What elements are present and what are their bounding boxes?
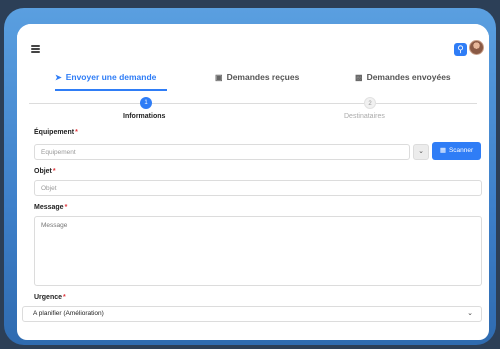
tab-label: Demandes envoyées	[366, 72, 451, 82]
stepper: 1 2 Informations Destinataires	[17, 96, 489, 124]
app-screen: ⚲ ➤ Envoyer une demande ▣ Demandes reçues …	[17, 24, 489, 340]
equipement-dropdown-toggle[interactable]: ⌄	[413, 144, 429, 160]
step-2-label: Destinataires	[344, 113, 385, 120]
tab-label: Demandes reçues	[226, 72, 300, 82]
urgence-label: Urgence*	[34, 294, 66, 301]
tab-envoyer-une-demande[interactable]: ➤ Envoyer une demande	[55, 72, 156, 82]
equipement-label: Équipement*	[34, 129, 78, 136]
step-2-indicator[interactable]: 2	[364, 97, 376, 109]
objet-label: Objet*	[34, 168, 56, 175]
search-icon[interactable]: ⚲	[454, 43, 467, 56]
step-line	[376, 103, 477, 104]
tab-label: Envoyer une demande	[65, 72, 157, 82]
urgence-select[interactable]: A planifier (Amélioration) ⌄	[22, 306, 482, 322]
tab-bar: ➤ Envoyer une demande ▣ Demandes reçues ▩ D…	[17, 69, 489, 95]
send-icon: ➤	[55, 73, 62, 82]
chevron-down-icon: ⌄	[467, 310, 473, 317]
chevron-down-icon: ⌄	[418, 148, 424, 155]
barcode-icon: ▦	[439, 147, 446, 154]
avatar[interactable]	[469, 40, 484, 55]
equipement-input[interactable]	[34, 144, 410, 160]
top-bar: ⚲	[17, 24, 489, 69]
tab-demandes-recues[interactable]: ▣ Demandes reçues	[215, 72, 299, 82]
outbox-icon: ▩	[355, 73, 363, 82]
hamburger-icon[interactable]	[29, 43, 42, 55]
message-label: Message*	[34, 204, 68, 211]
step-line	[29, 103, 140, 104]
tab-demandes-envoyees[interactable]: ▩ Demandes envoyées	[355, 72, 451, 82]
step-1-label: Informations	[123, 113, 166, 120]
step-line	[152, 103, 364, 104]
objet-input[interactable]	[34, 180, 482, 196]
step-1-indicator[interactable]: 1	[140, 97, 152, 109]
scan-button[interactable]: ▦ Scanner	[432, 142, 481, 160]
inbox-icon: ▣	[215, 73, 223, 82]
message-textarea[interactable]	[34, 216, 482, 286]
active-tab-underline	[55, 89, 167, 91]
